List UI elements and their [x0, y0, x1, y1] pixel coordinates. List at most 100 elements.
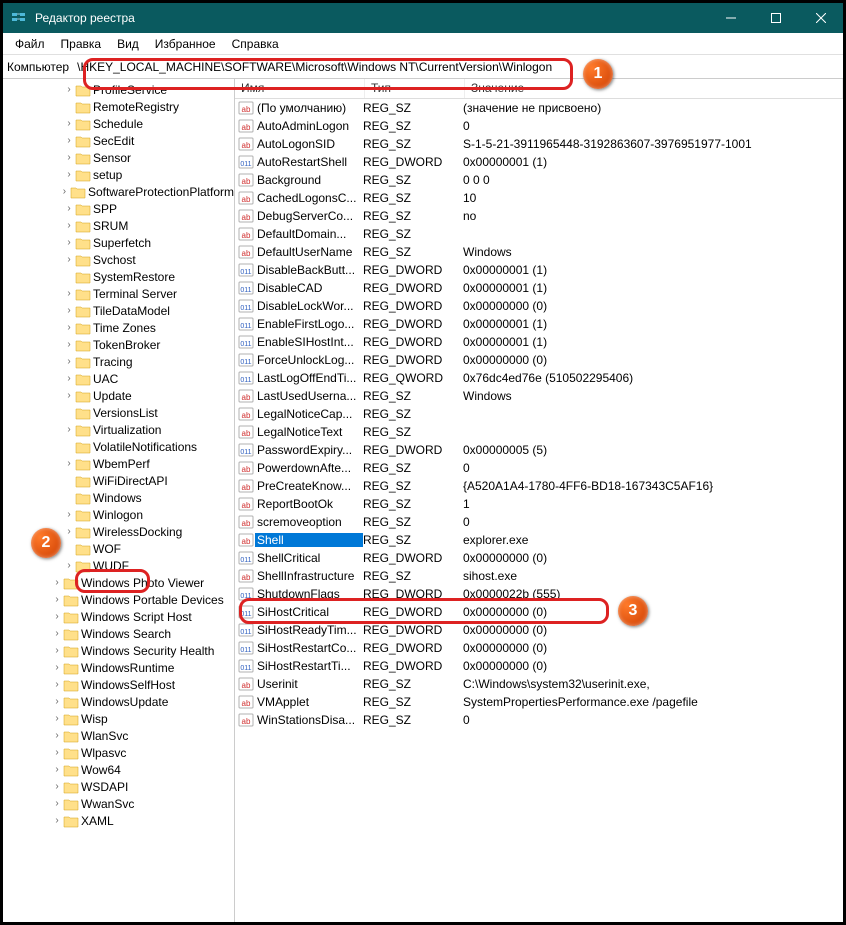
expand-icon[interactable]: › — [63, 255, 75, 265]
list-row[interactable]: abBackgroundREG_SZ0 0 0 — [235, 171, 843, 189]
minimize-button[interactable] — [708, 3, 753, 33]
tree-item[interactable]: ›Wlpasvc — [3, 744, 234, 761]
tree-item[interactable]: ›XAML — [3, 812, 234, 829]
list-row[interactable]: abLegalNoticeCap...REG_SZ — [235, 405, 843, 423]
tree-item[interactable]: ›Windows Search — [3, 625, 234, 642]
expand-icon[interactable]: › — [63, 425, 75, 435]
list-row[interactable]: 011ShutdownFlagsREG_DWORD0x0000022b (555… — [235, 585, 843, 603]
expand-icon[interactable]: › — [51, 612, 63, 622]
tree-item[interactable]: ›Sensor — [3, 149, 234, 166]
tree-item[interactable]: ›Wisp — [3, 710, 234, 727]
tree-item[interactable]: ›UAC — [3, 370, 234, 387]
tree-item[interactable]: ›Time Zones — [3, 319, 234, 336]
expand-icon[interactable]: › — [51, 663, 63, 673]
expand-icon[interactable]: › — [63, 459, 75, 469]
expand-icon[interactable]: › — [59, 187, 70, 197]
list-row[interactable]: 011DisableBackButt...REG_DWORD0x00000001… — [235, 261, 843, 279]
tree-item[interactable]: Windows — [3, 489, 234, 506]
list-row[interactable]: ab(По умолчанию)REG_SZ(значение не присв… — [235, 99, 843, 117]
expand-icon[interactable]: › — [63, 221, 75, 231]
list-row[interactable]: 011EnableSIHostInt...REG_DWORD0x00000001… — [235, 333, 843, 351]
expand-icon[interactable]: › — [63, 323, 75, 333]
tree-item[interactable]: ›TokenBroker — [3, 336, 234, 353]
tree-item[interactable]: ›SPP — [3, 200, 234, 217]
expand-icon[interactable]: › — [63, 340, 75, 350]
expand-icon[interactable]: › — [51, 748, 63, 758]
expand-icon[interactable]: › — [51, 782, 63, 792]
col-value[interactable]: Значение — [465, 79, 843, 98]
expand-icon[interactable]: › — [51, 714, 63, 724]
address-path[interactable]: \HKEY_LOCAL_MACHINE\SOFTWARE\Microsoft\W… — [73, 58, 839, 76]
expand-icon[interactable]: › — [63, 391, 75, 401]
tree-item[interactable]: ›WindowsRuntime — [3, 659, 234, 676]
tree-item[interactable]: ›SRUM — [3, 217, 234, 234]
list-row[interactable]: abPowerdownAfte...REG_SZ0 — [235, 459, 843, 477]
expand-icon[interactable]: › — [63, 510, 75, 520]
expand-icon[interactable]: › — [51, 578, 63, 588]
list-row[interactable]: 011EnableFirstLogo...REG_DWORD0x00000001… — [235, 315, 843, 333]
expand-icon[interactable]: › — [63, 153, 75, 163]
address-bar[interactable]: Компьютер \HKEY_LOCAL_MACHINE\SOFTWARE\M… — [3, 55, 843, 79]
tree-item[interactable]: ›WwanSvc — [3, 795, 234, 812]
list-row[interactable]: abVMAppletREG_SZSystemPropertiesPerforma… — [235, 693, 843, 711]
expand-icon[interactable]: › — [63, 119, 75, 129]
menu-fav[interactable]: Избранное — [147, 35, 224, 53]
expand-icon[interactable]: › — [63, 289, 75, 299]
tree-item[interactable]: ›TileDataModel — [3, 302, 234, 319]
list-row[interactable]: abPreCreateKnow...REG_SZ{A520A1A4-1780-4… — [235, 477, 843, 495]
close-button[interactable] — [798, 3, 843, 33]
list-row[interactable]: 011SiHostReadyTim...REG_DWORD0x00000000 … — [235, 621, 843, 639]
tree-item[interactable]: ›SoftwareProtectionPlatform — [3, 183, 234, 200]
list-row[interactable]: 011SiHostRestartCo...REG_DWORD0x00000000… — [235, 639, 843, 657]
list-row[interactable]: abLegalNoticeTextREG_SZ — [235, 423, 843, 441]
tree-item[interactable]: ›Svchost — [3, 251, 234, 268]
tree-item[interactable]: ›setup — [3, 166, 234, 183]
list-row[interactable]: 011DisableLockWor...REG_DWORD0x00000000 … — [235, 297, 843, 315]
list-row[interactable]: 011SiHostRestartTi...REG_DWORD0x00000000… — [235, 657, 843, 675]
maximize-button[interactable] — [753, 3, 798, 33]
expand-icon[interactable]: › — [63, 170, 75, 180]
expand-icon[interactable]: › — [51, 646, 63, 656]
expand-icon[interactable]: › — [51, 816, 63, 826]
tree-item[interactable]: WiFiDirectAPI — [3, 472, 234, 489]
menu-file[interactable]: Файл — [7, 35, 53, 53]
tree-item[interactable]: ›WindowsUpdate — [3, 693, 234, 710]
expand-icon[interactable]: › — [63, 527, 75, 537]
list-row[interactable]: abDefaultDomain...REG_SZ — [235, 225, 843, 243]
tree-item[interactable]: ›Windows Script Host — [3, 608, 234, 625]
list-row[interactable]: 011SiHostCriticalREG_DWORD0x00000000 (0) — [235, 603, 843, 621]
list-row[interactable]: abWinStationsDisa...REG_SZ0 — [235, 711, 843, 729]
list-row[interactable]: 011ShellCriticalREG_DWORD0x00000000 (0) — [235, 549, 843, 567]
list-row[interactable]: 011ForceUnlockLog...REG_DWORD0x00000000 … — [235, 351, 843, 369]
expand-icon[interactable]: › — [63, 85, 75, 95]
expand-icon[interactable]: › — [51, 765, 63, 775]
list-row[interactable]: abAutoAdminLogonREG_SZ0 — [235, 117, 843, 135]
tree-item[interactable]: ›Schedule — [3, 115, 234, 132]
expand-icon[interactable]: › — [51, 629, 63, 639]
expand-icon[interactable]: › — [51, 731, 63, 741]
list-row[interactable]: 011PasswordExpiry...REG_DWORD0x00000005 … — [235, 441, 843, 459]
tree-item[interactable]: ›Windows Photo Viewer — [3, 574, 234, 591]
tree-item[interactable]: RemoteRegistry — [3, 98, 234, 115]
tree-item[interactable]: VersionsList — [3, 404, 234, 421]
tree-item[interactable]: ›WlanSvc — [3, 727, 234, 744]
tree-item[interactable]: ›Tracing — [3, 353, 234, 370]
tree-item[interactable]: ›WindowsSelfHost — [3, 676, 234, 693]
menu-help[interactable]: Справка — [224, 35, 287, 53]
expand-icon[interactable]: › — [63, 357, 75, 367]
tree-item[interactable]: SystemRestore — [3, 268, 234, 285]
tree-item[interactable]: ›SecEdit — [3, 132, 234, 149]
tree-item[interactable]: ›Winlogon — [3, 506, 234, 523]
col-name[interactable]: Имя — [235, 79, 365, 98]
expand-icon[interactable]: › — [51, 799, 63, 809]
expand-icon[interactable]: › — [63, 561, 75, 571]
tree-item[interactable]: ›Terminal Server — [3, 285, 234, 302]
tree-item[interactable]: ›WUDF — [3, 557, 234, 574]
tree-item[interactable]: ›WSDAPI — [3, 778, 234, 795]
list-row[interactable]: abLastUsedUserna...REG_SZWindows — [235, 387, 843, 405]
menu-view[interactable]: Вид — [109, 35, 147, 53]
list-row[interactable]: abCachedLogonsC...REG_SZ10 — [235, 189, 843, 207]
list-row[interactable]: 011DisableCADREG_DWORD0x00000001 (1) — [235, 279, 843, 297]
tree-item[interactable]: ›ProfileService — [3, 81, 234, 98]
expand-icon[interactable]: › — [63, 204, 75, 214]
